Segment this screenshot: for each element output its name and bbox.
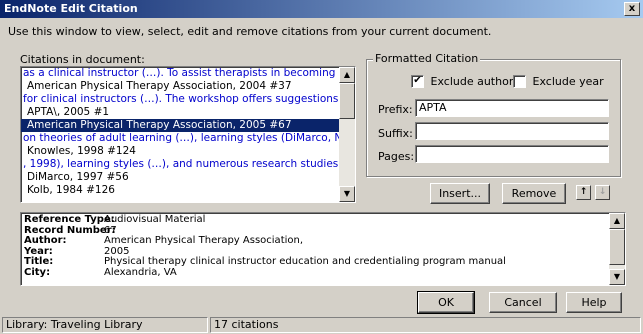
detail-label: Title: bbox=[24, 256, 54, 267]
detail-row: Title: Physical therapy clinical instruct… bbox=[21, 256, 625, 268]
status-library: Library: Traveling Library bbox=[2, 317, 208, 333]
suffix-label: Suffix: bbox=[378, 127, 413, 140]
insert-button[interactable]: Insert... bbox=[430, 183, 490, 204]
exclude-year-checkbox[interactable] bbox=[513, 74, 526, 88]
help-button[interactable]: Help bbox=[566, 292, 622, 313]
status-bar: Library: Traveling Library 17 citations bbox=[0, 316, 643, 334]
details-scrollbar[interactable]: ▲ ▼ bbox=[609, 213, 625, 285]
move-up-icon[interactable]: ↑ bbox=[576, 185, 591, 200]
detail-row: Author: American Physical Therapy Associa… bbox=[21, 235, 625, 247]
reference-details: Reference Type: Audiovisual Material Recor… bbox=[20, 212, 626, 286]
citation-ref-row[interactable]: American Physical Therapy Association, 2… bbox=[21, 119, 339, 132]
title-bar[interactable]: EndNote Edit Citation x bbox=[0, 0, 643, 18]
status-count: 17 citations bbox=[210, 317, 641, 333]
citation-ref-row[interactable]: DiMarco, 1997 #56 bbox=[21, 171, 339, 184]
instructions-text: Use this window to view, select, edit an… bbox=[8, 25, 492, 38]
detail-label: Author: bbox=[24, 235, 67, 246]
move-down-icon[interactable]: ↓ bbox=[595, 185, 610, 200]
detail-row: City: Alexandria, VA bbox=[21, 266, 625, 279]
detail-value: Alexandria, VA bbox=[104, 266, 177, 278]
detail-label: City: bbox=[24, 266, 51, 278]
remove-button[interactable]: Remove bbox=[502, 183, 566, 204]
citations-scrollbar[interactable]: ▲ ▼ bbox=[339, 67, 355, 202]
citation-rows: as a clinical instructor (…). To assist … bbox=[21, 67, 355, 197]
pages-label: Pages: bbox=[378, 150, 415, 163]
citation-context-row[interactable]: as a clinical instructor (…). To assist … bbox=[21, 67, 339, 80]
ok-button[interactable]: OK bbox=[417, 291, 475, 314]
exclude-year-option[interactable]: Exclude year bbox=[513, 74, 604, 88]
window-title: EndNote Edit Citation bbox=[4, 2, 138, 15]
edit-citation-window: EndNote Edit Citation x Use this window … bbox=[0, 0, 643, 334]
prefix-label: Prefix: bbox=[378, 103, 413, 116]
detail-value: Audiovisual Material bbox=[104, 214, 206, 225]
citation-ref-row[interactable]: American Physical Therapy Association, 2… bbox=[21, 80, 339, 93]
detail-value: American Physical Therapy Association, bbox=[104, 235, 304, 246]
detail-rows: Reference Type: Audiovisual Material Recor… bbox=[21, 213, 625, 278]
scroll-down-icon[interactable]: ▼ bbox=[339, 186, 355, 202]
scroll-thumb[interactable] bbox=[339, 83, 355, 119]
citation-ref-row[interactable]: APTA\, 2005 #1 bbox=[21, 106, 339, 119]
exclude-author-label: Exclude author bbox=[430, 74, 514, 88]
citation-context-row[interactable]: on theories of adult learning (…), learn… bbox=[21, 132, 339, 145]
suffix-field[interactable] bbox=[415, 122, 609, 140]
detail-row: Reference Type: Audiovisual Material bbox=[21, 214, 625, 226]
citations-list[interactable]: as a clinical instructor (…). To assist … bbox=[20, 66, 356, 203]
detail-label: Reference Type: bbox=[24, 214, 115, 225]
citations-label: Citations in document: bbox=[20, 53, 145, 66]
citation-ref-row[interactable]: Knowles, 1998 #124 bbox=[21, 145, 339, 158]
exclude-author-checkbox[interactable]: ✔ bbox=[411, 74, 424, 88]
scroll-up-icon[interactable]: ▲ bbox=[339, 67, 355, 83]
exclude-author-option[interactable]: ✔ Exclude author bbox=[411, 74, 513, 88]
details-scroll-up-icon[interactable]: ▲ bbox=[609, 213, 625, 229]
pages-field[interactable] bbox=[415, 145, 609, 163]
detail-value: Physical therapy clinical instructor edu… bbox=[104, 256, 506, 267]
details-scroll-down-icon[interactable]: ▼ bbox=[609, 269, 625, 285]
formatted-citation-title: Formatted Citation bbox=[373, 52, 481, 65]
citation-ref-row[interactable]: Kolb, 1984 #126 bbox=[21, 184, 339, 197]
cancel-button[interactable]: Cancel bbox=[489, 292, 557, 313]
citation-context-row[interactable]: , 1998), learning styles (…), and numero… bbox=[21, 158, 339, 171]
formatted-citation-group: Formatted Citation ✔ Exclude author Excl… bbox=[366, 52, 621, 177]
close-icon[interactable]: x bbox=[624, 2, 640, 16]
details-scroll-thumb[interactable] bbox=[609, 229, 625, 265]
citation-context-row[interactable]: for clinical instructors (…). The worksh… bbox=[21, 93, 339, 106]
exclude-year-label: Exclude year bbox=[532, 74, 604, 88]
prefix-field[interactable]: APTA bbox=[415, 99, 609, 117]
